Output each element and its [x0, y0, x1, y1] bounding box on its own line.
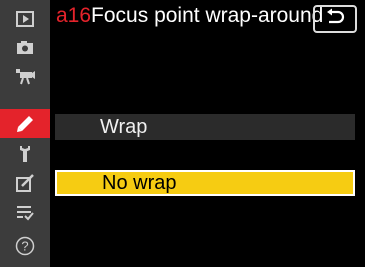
page-title: a16 Focus point wrap-around [56, 4, 323, 34]
option-wrap[interactable]: Wrap [55, 114, 355, 140]
sidebar-item-retouch[interactable] [0, 168, 50, 197]
sidebar-item-setup[interactable] [0, 139, 50, 168]
retouch-icon [16, 173, 34, 192]
option-no-wrap[interactable]: No wrap [55, 170, 355, 196]
back-button[interactable] [313, 5, 357, 33]
sidebar-item-help[interactable]: ? [0, 231, 50, 260]
return-arrow-icon [325, 8, 345, 31]
option-label: No wrap [102, 171, 177, 194]
svg-text:?: ? [21, 238, 28, 253]
sidebar-item-my-menu[interactable] [0, 198, 50, 227]
sidebar-item-movie-shooting[interactable] [0, 62, 50, 91]
playback-icon [16, 10, 34, 27]
sidebar-item-custom-settings[interactable] [0, 109, 50, 138]
camera-icon [16, 40, 34, 55]
movie-camera-icon [15, 68, 35, 85]
menu-sidebar: ? [0, 0, 50, 267]
menu-code: a16 [56, 4, 92, 27]
page-title-text: Focus point wrap-around [91, 4, 324, 27]
pencil-icon [16, 115, 34, 133]
help-icon: ? [15, 236, 35, 256]
sidebar-item-photo-shooting[interactable] [0, 33, 50, 62]
my-menu-icon [16, 205, 34, 221]
option-label: Wrap [100, 115, 148, 138]
camera-menu-screen: ? a16 Focus point wrap-around Wrap No wr… [0, 0, 365, 267]
wrench-icon [18, 145, 32, 163]
sidebar-item-playback[interactable] [0, 4, 50, 33]
